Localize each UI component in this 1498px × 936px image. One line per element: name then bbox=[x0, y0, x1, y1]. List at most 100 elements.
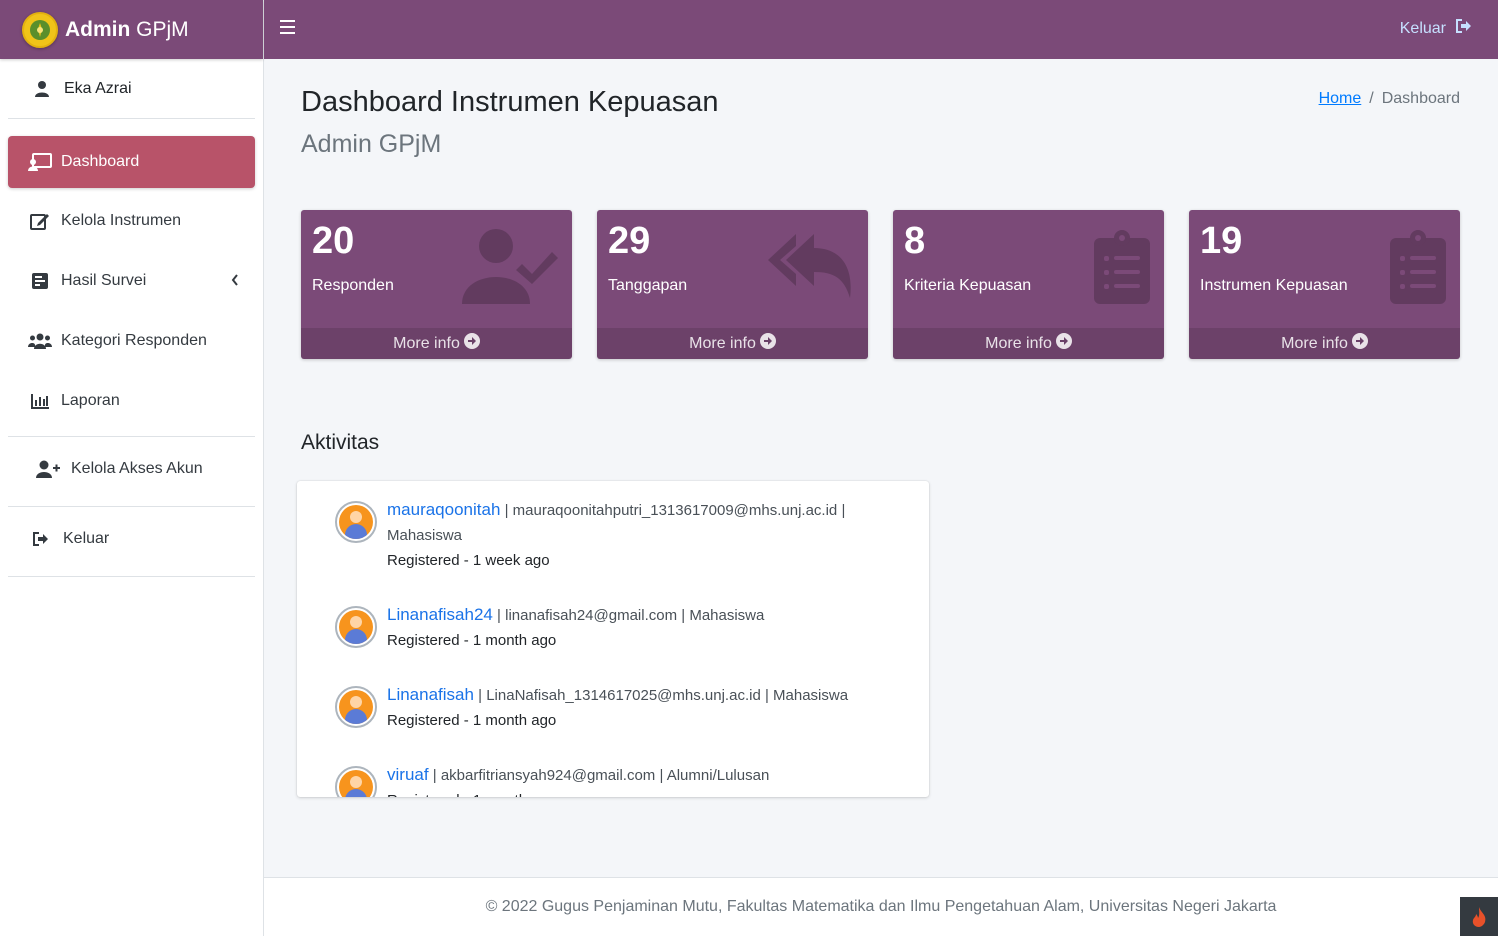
stat-label: Kriteria Kepuasan bbox=[904, 277, 1032, 294]
stat-box-instrumen-kepuasan: 19 Instrumen Kepuasan More info bbox=[1189, 210, 1460, 359]
sidebar-item-keluar[interactable]: Keluar bbox=[8, 507, 255, 571]
stat-value: 29 bbox=[608, 220, 651, 262]
hamburger-menu-icon[interactable] bbox=[280, 20, 295, 38]
stat-label: Tanggapan bbox=[608, 277, 688, 294]
avatar bbox=[335, 606, 377, 648]
arrow-circle-right-icon bbox=[759, 333, 776, 354]
username-link[interactable]: Linanafisah bbox=[387, 685, 474, 704]
user-check-icon bbox=[462, 228, 558, 309]
chart-bar-icon bbox=[28, 393, 52, 409]
more-info-label: More info bbox=[393, 334, 460, 352]
username-link[interactable]: Linanafisah24 bbox=[387, 605, 493, 624]
sidebar-item-laporan[interactable]: Laporan bbox=[8, 371, 255, 431]
user-role: Mahasiswa bbox=[689, 607, 765, 624]
registered-status: Registered - 1 month ago bbox=[387, 712, 557, 729]
list-item: viruaf | akbarfitriansyah924@gmail.com |… bbox=[335, 762, 895, 797]
sign-out-icon bbox=[1456, 19, 1472, 38]
arrow-circle-right-icon bbox=[1351, 333, 1368, 354]
poll-icon bbox=[28, 273, 52, 289]
divider bbox=[8, 576, 255, 577]
brand-logo-icon bbox=[22, 11, 58, 48]
chevron-left-icon[interactable] bbox=[231, 273, 239, 289]
user-email: linanafisah24@gmail.com bbox=[505, 607, 678, 624]
user-role: Mahasiswa bbox=[387, 527, 463, 544]
brand[interactable]: Admin GPjM bbox=[0, 0, 263, 59]
reply-all-icon bbox=[768, 232, 854, 303]
more-info-link[interactable]: More info bbox=[893, 328, 1164, 359]
user-email: LinaNafisah_1314617025@mhs.unj.ac.id bbox=[486, 687, 761, 704]
list-item: Linanafisah24 | linanafisah24@gmail.com … bbox=[335, 602, 895, 653]
edit-icon bbox=[28, 212, 52, 230]
brand-title: Admin GPjM bbox=[65, 17, 189, 41]
users-icon bbox=[28, 333, 52, 349]
more-info-label: More info bbox=[985, 334, 1052, 352]
registered-status: Registered - 1 week ago bbox=[387, 552, 550, 569]
user-role: Alumni/Lulusan bbox=[666, 767, 770, 784]
page-subtitle: Admin GPjM bbox=[301, 130, 442, 158]
more-info-link[interactable]: More info bbox=[597, 328, 868, 359]
avatar bbox=[335, 686, 377, 728]
sidebar-item-kategori-responden[interactable]: Kategori Responden bbox=[8, 311, 255, 371]
sidebar-nav-logout: Keluar bbox=[8, 507, 255, 571]
avatar bbox=[335, 501, 377, 543]
registered-status: Registered - 1 month ago bbox=[387, 632, 557, 649]
stat-box-kriteria-kepuasan: 8 Kriteria Kepuasan More info bbox=[893, 210, 1164, 359]
user-icon bbox=[32, 80, 52, 97]
sidebar-item-hasil-survei[interactable]: Hasil Survei bbox=[8, 251, 255, 311]
stat-box-tanggapan: 29 Tanggapan More info bbox=[597, 210, 868, 359]
registered-status: Registered - 1 month ago bbox=[387, 788, 895, 797]
stat-value: 8 bbox=[904, 220, 926, 262]
clipboard-list-icon bbox=[1094, 230, 1150, 309]
more-info-label: More info bbox=[1281, 334, 1348, 352]
stat-label: Instrumen Kepuasan bbox=[1200, 277, 1348, 294]
username-link[interactable]: viruaf bbox=[387, 765, 429, 784]
sidebar-item-label: Kelola Akses Akun bbox=[71, 460, 203, 477]
stat-value: 20 bbox=[312, 220, 355, 262]
breadcrumb-current: Dashboard bbox=[1381, 90, 1460, 107]
stat-box-responden: 20 Responden More info bbox=[301, 210, 572, 359]
sidebar-item-label: Hasil Survei bbox=[61, 272, 147, 289]
sidebar-item-kelola-akses-akun[interactable]: Kelola Akses Akun bbox=[8, 437, 255, 501]
dashboard-icon bbox=[28, 153, 52, 171]
arrow-circle-right-icon bbox=[1055, 333, 1072, 354]
stat-value: 19 bbox=[1200, 220, 1243, 262]
footer: © 2022 Gugus Penjaminan Mutu, Fakultas M… bbox=[264, 877, 1498, 936]
list-item: mauraqoonitah | mauraqoonitahputri_13136… bbox=[335, 497, 895, 573]
user-role: Mahasiswa bbox=[773, 687, 849, 704]
breadcrumb-separator: / bbox=[1369, 90, 1374, 107]
user-email: mauraqoonitahputri_1313617009@mhs.unj.ac… bbox=[512, 502, 838, 519]
sidebar-nav: Dashboard Kelola Instrumen Hasil Survei … bbox=[8, 136, 255, 431]
more-info-label: More info bbox=[689, 334, 756, 352]
logout-label: Keluar bbox=[1399, 19, 1446, 37]
sidebar-item-dashboard[interactable]: Dashboard bbox=[8, 136, 255, 188]
fire-icon[interactable] bbox=[1460, 897, 1498, 936]
topbar: Keluar bbox=[264, 0, 1498, 59]
footer-copyright: © 2022 Gugus Penjaminan Mutu, Fakultas M… bbox=[485, 898, 1277, 915]
sidebar-item-kelola-instrumen[interactable]: Kelola Instrumen bbox=[8, 191, 255, 251]
activity-title: Aktivitas bbox=[301, 431, 380, 454]
more-info-link[interactable]: More info bbox=[1189, 328, 1460, 359]
stat-label: Responden bbox=[312, 277, 394, 294]
sidebar-item-label: Kategori Responden bbox=[61, 332, 207, 349]
clipboard-list-icon bbox=[1390, 230, 1446, 309]
username-link[interactable]: mauraqoonitah bbox=[387, 500, 500, 519]
sidebar-item-label: Keluar bbox=[63, 530, 110, 547]
sign-out-icon bbox=[28, 532, 54, 546]
logout-link[interactable]: Keluar bbox=[1400, 19, 1472, 38]
page-title: Dashboard Instrumen Kepuasan bbox=[301, 86, 719, 118]
breadcrumb: Home / Dashboard bbox=[1319, 90, 1460, 108]
user-name: Eka Azrai bbox=[64, 79, 132, 97]
activity-list: mauraqoonitah | mauraqoonitahputri_13136… bbox=[297, 481, 929, 797]
sidebar-nav-secondary: Kelola Akses Akun bbox=[8, 437, 255, 501]
user-panel[interactable]: Eka Azrai bbox=[8, 59, 255, 119]
list-item: Linanafisah | LinaNafisah_1314617025@mhs… bbox=[335, 682, 895, 733]
more-info-link[interactable]: More info bbox=[301, 328, 572, 359]
arrow-circle-right-icon bbox=[463, 333, 480, 354]
stat-boxes: 20 Responden More info 29 Tanggapan More… bbox=[301, 210, 1460, 359]
sidebar-item-label: Dashboard bbox=[61, 153, 140, 170]
main-content: Dashboard Instrumen Kepuasan Admin GPjM … bbox=[264, 59, 1498, 877]
user-email: akbarfitriansyah924@gmail.com bbox=[440, 767, 656, 784]
sidebar-item-label: Laporan bbox=[61, 392, 120, 409]
avatar bbox=[335, 766, 377, 797]
breadcrumb-home-link[interactable]: Home bbox=[1319, 90, 1362, 107]
